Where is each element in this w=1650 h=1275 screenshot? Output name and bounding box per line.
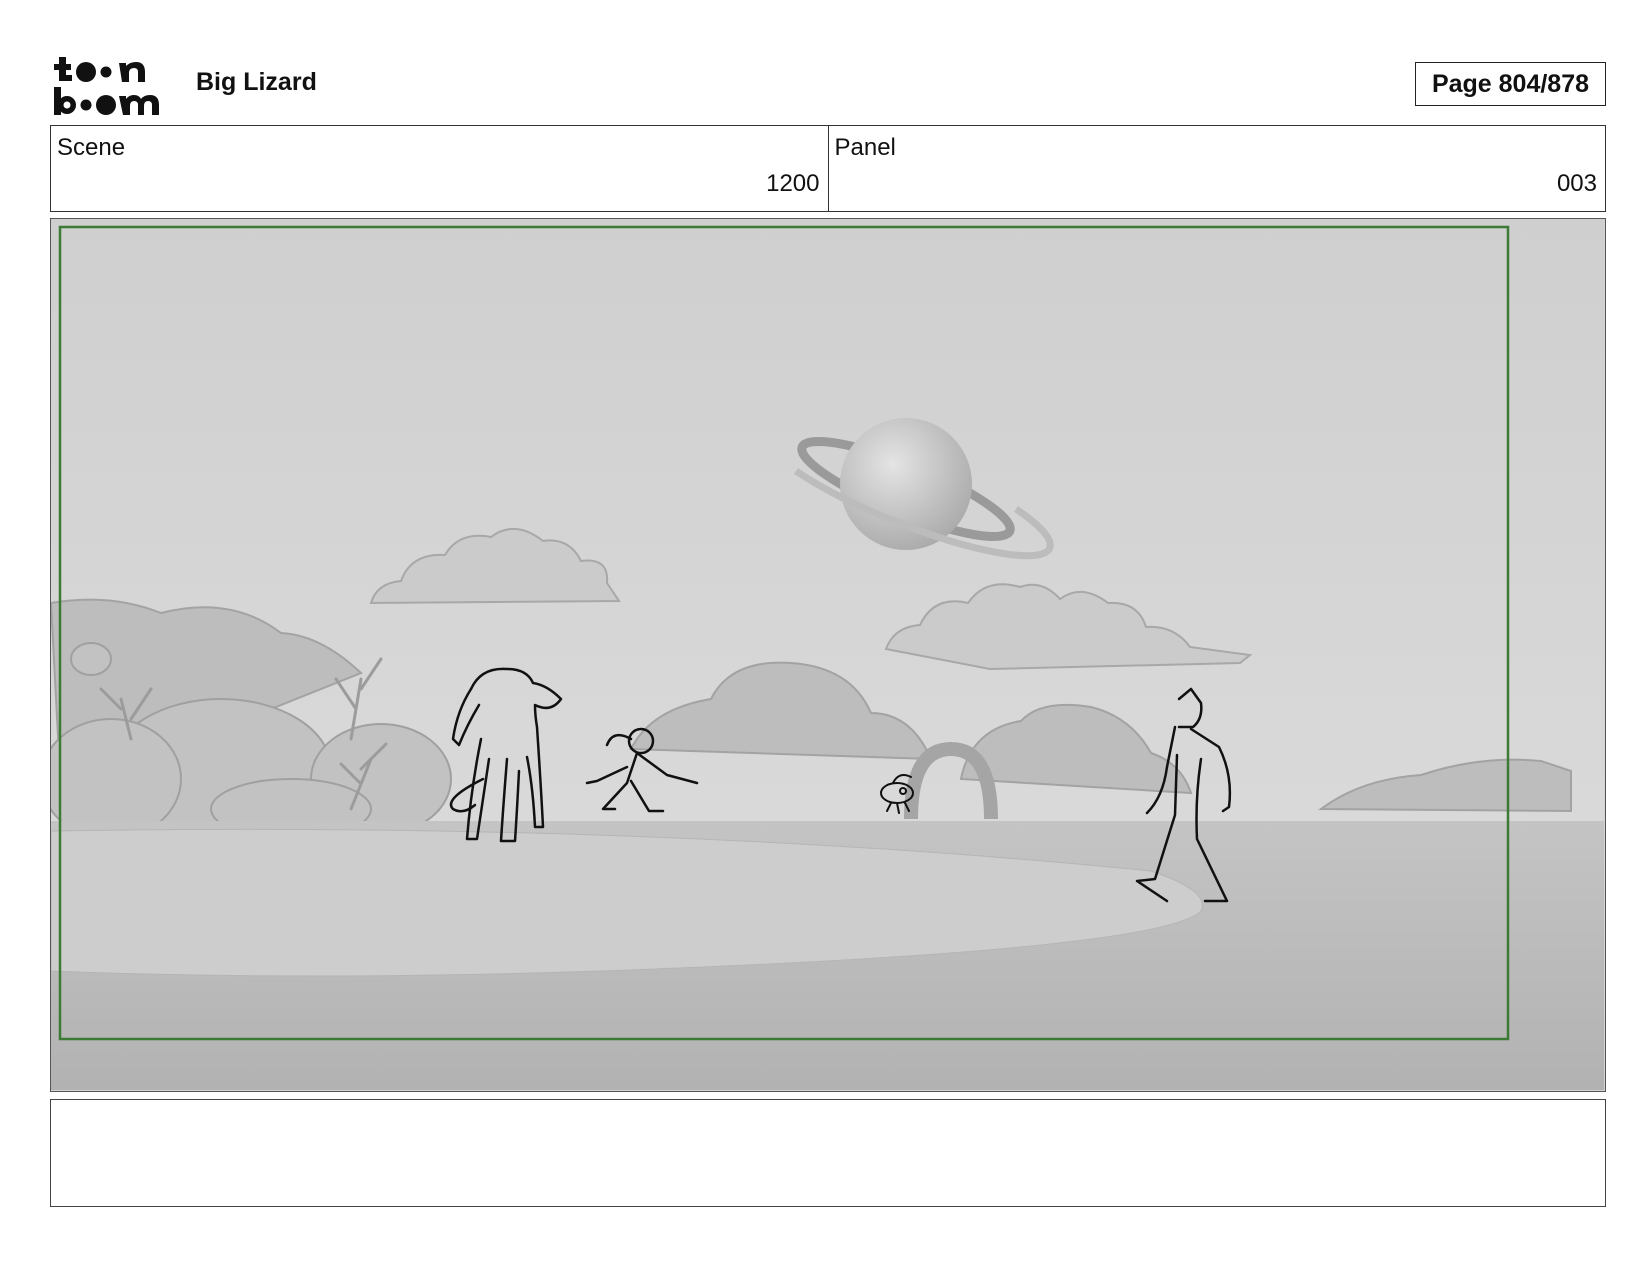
panel-value: 003	[1556, 170, 1597, 197]
storyboard-drawing	[51, 219, 1604, 1090]
storyboard-panel	[50, 218, 1606, 1092]
toonboom-logo	[54, 57, 159, 115]
scene-cell: Scene 1200	[51, 126, 828, 211]
scene-value: 1200	[766, 170, 820, 197]
scene-panel-table: Scene 1200 Panel 003	[50, 125, 1606, 212]
page-number: Page 804/878	[1415, 62, 1606, 106]
project-title: Big Lizard	[196, 68, 317, 96]
scene-label: Scene	[57, 134, 126, 161]
panel-notes	[50, 1099, 1606, 1207]
panel-label: Panel	[834, 134, 896, 161]
panel-cell: Panel 003	[827, 126, 1606, 211]
